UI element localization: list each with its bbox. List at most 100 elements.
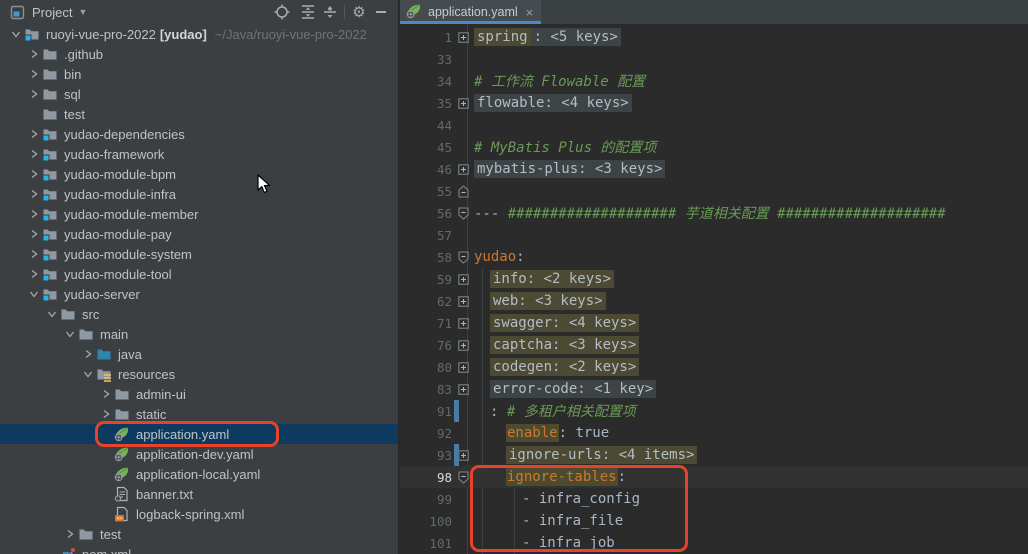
code-text[interactable]: web: <3 keys> [490, 293, 606, 309]
code-line-33[interactable]: 33 [400, 48, 1028, 70]
chevron-down-icon[interactable] [8, 26, 24, 42]
chevron-down-icon[interactable] [80, 366, 96, 382]
code-line-45[interactable]: 45# MyBatis Plus 的配置项 [400, 136, 1028, 158]
chevron-down-icon[interactable] [62, 326, 78, 342]
code-line-98[interactable]: 98ignore-tables: [400, 466, 1028, 488]
chevron-right-icon[interactable] [26, 126, 42, 142]
tree-item-application-dev-yaml[interactable]: application-dev.yaml [0, 444, 398, 464]
fold-plus-icon[interactable] [452, 384, 474, 395]
code-line-34[interactable]: 34# 工作流 Flowable 配置 [400, 70, 1028, 92]
code-editor[interactable]: 1spring: <5 keys>3334# 工作流 Flowable 配置35… [400, 24, 1028, 554]
fold-plus-icon[interactable] [452, 340, 474, 351]
chevron-right-icon[interactable] [26, 146, 42, 162]
code-line-46[interactable]: 46mybatis-plus: <3 keys> [400, 158, 1028, 180]
code-text[interactable]: # MyBatis Plus 的配置项 [474, 137, 656, 157]
code-line-101[interactable]: 101- infra_job [400, 532, 1028, 554]
code-text[interactable]: error-code: <1 key> [490, 381, 656, 397]
chevron-right-icon[interactable] [98, 406, 114, 422]
code-line-99[interactable]: 99- infra_config [400, 488, 1028, 510]
tree-item-src[interactable]: src [0, 304, 398, 324]
tree-item-application-yaml[interactable]: application.yaml [0, 424, 398, 444]
chevron-down-icon[interactable]: ▼ [78, 7, 87, 17]
code-line-57[interactable]: 57 [400, 224, 1028, 246]
tree-item-yudao-module-system[interactable]: yudao-module-system [0, 244, 398, 264]
code-line-56[interactable]: 56--- #################### 芋道相关配置 ######… [400, 202, 1028, 224]
tree-item-banner-txt[interactable]: banner.txt [0, 484, 398, 504]
code-text[interactable]: swagger: <4 keys> [490, 315, 639, 331]
tree-item-yudao-module-tool[interactable]: yudao-module-tool [0, 264, 398, 284]
code-line-91[interactable]: 91: # 多租户相关配置项 [400, 400, 1028, 422]
tree-item-sql[interactable]: sql [0, 84, 398, 104]
code-line-100[interactable]: 100- infra_file [400, 510, 1028, 532]
vcs-change-marker[interactable] [454, 444, 459, 466]
tree-item--github[interactable]: .github [0, 44, 398, 64]
fold-plus-icon[interactable] [452, 98, 474, 109]
chevron-right-icon[interactable] [26, 166, 42, 182]
hide-panel-icon[interactable] [370, 1, 392, 23]
project-panel-title[interactable]: Project [32, 5, 72, 20]
fold-plus-icon[interactable] [452, 32, 474, 43]
chevron-right-icon[interactable] [26, 206, 42, 222]
code-text[interactable]: ignore-urls: <4 items> [506, 447, 697, 463]
code-line-1[interactable]: 1spring: <5 keys> [400, 26, 1028, 48]
tree-item-pom-xml[interactable]: mpom.xml [0, 544, 398, 554]
chevron-right-icon[interactable] [26, 186, 42, 202]
code-line-44[interactable]: 44 [400, 114, 1028, 136]
chevron-right-icon[interactable] [62, 526, 78, 542]
code-line-83[interactable]: 83error-code: <1 key> [400, 378, 1028, 400]
code-text[interactable]: spring: <5 keys> [474, 29, 621, 45]
chevron-right-icon[interactable] [26, 86, 42, 102]
fold-plus-icon[interactable] [452, 164, 474, 175]
code-line-92[interactable]: 92enable: true [400, 422, 1028, 444]
tree-item-yudao-module-bpm[interactable]: yudao-module-bpm [0, 164, 398, 184]
chevron-right-icon[interactable] [98, 386, 114, 402]
fold-plus-icon[interactable] [452, 274, 474, 285]
tree-item-main[interactable]: main [0, 324, 398, 344]
fold-end-icon[interactable] [452, 185, 474, 198]
fold-plus-icon[interactable] [452, 362, 474, 373]
gear-icon[interactable]: ⚙ [348, 1, 370, 23]
chevron-right-icon[interactable] [26, 246, 42, 262]
code-line-55[interactable]: 55 [400, 180, 1028, 202]
code-text[interactable]: - infra_job [522, 535, 615, 551]
code-text[interactable]: flowable: <4 keys> [474, 95, 632, 111]
code-text[interactable]: enable: true [506, 425, 609, 441]
code-text[interactable]: ignore-tables: [506, 469, 626, 485]
fold-plus-icon[interactable] [452, 296, 474, 307]
code-text[interactable]: mybatis-plus: <3 keys> [474, 161, 665, 177]
locate-icon[interactable] [271, 1, 293, 23]
tree-item-yudao-framework[interactable]: yudao-framework [0, 144, 398, 164]
code-text[interactable]: codegen: <2 keys> [490, 359, 639, 375]
code-line-80[interactable]: 80codegen: <2 keys> [400, 356, 1028, 378]
tree-item-static[interactable]: static [0, 404, 398, 424]
fold-start-icon[interactable] [452, 207, 474, 220]
chevron-right-icon[interactable] [26, 266, 42, 282]
code-line-76[interactable]: 76captcha: <3 keys> [400, 334, 1028, 356]
code-text[interactable]: # 工作流 Flowable 配置 [474, 71, 645, 91]
tree-item-yudao-server[interactable]: yudao-server [0, 284, 398, 304]
collapse-all-icon[interactable] [319, 1, 341, 23]
tree-item-admin-ui[interactable]: admin-ui [0, 384, 398, 404]
tree-item-test[interactable]: test [0, 104, 398, 124]
tree-item-yudao-module-member[interactable]: yudao-module-member [0, 204, 398, 224]
code-text[interactable]: --- #################### 芋道相关配置 ########… [474, 203, 946, 223]
tree-item-yudao-module-infra[interactable]: yudao-module-infra [0, 184, 398, 204]
code-text[interactable]: yudao: [474, 249, 525, 265]
code-line-58[interactable]: 58yudao: [400, 246, 1028, 268]
tree-item-java[interactable]: java [0, 344, 398, 364]
tree-item-yudao-module-pay[interactable]: yudao-module-pay [0, 224, 398, 244]
code-text[interactable]: - infra_config [522, 491, 640, 507]
chevron-right-icon[interactable] [26, 66, 42, 82]
tree-item-resources[interactable]: resources [0, 364, 398, 384]
chevron-right-icon[interactable] [26, 46, 42, 62]
tree-item-bin[interactable]: bin [0, 64, 398, 84]
code-text[interactable]: : # 多租户相关配置项 [490, 401, 636, 421]
code-line-62[interactable]: 62web: <3 keys> [400, 290, 1028, 312]
tree-item-test[interactable]: test [0, 524, 398, 544]
code-line-35[interactable]: 35flowable: <4 keys> [400, 92, 1028, 114]
tree-item-application-local-yaml[interactable]: application-local.yaml [0, 464, 398, 484]
code-text[interactable]: info: <2 keys> [490, 271, 614, 287]
code-line-71[interactable]: 71swagger: <4 keys> [400, 312, 1028, 334]
code-text[interactable]: - infra_file [522, 513, 623, 529]
chevron-right-icon[interactable] [80, 346, 96, 362]
